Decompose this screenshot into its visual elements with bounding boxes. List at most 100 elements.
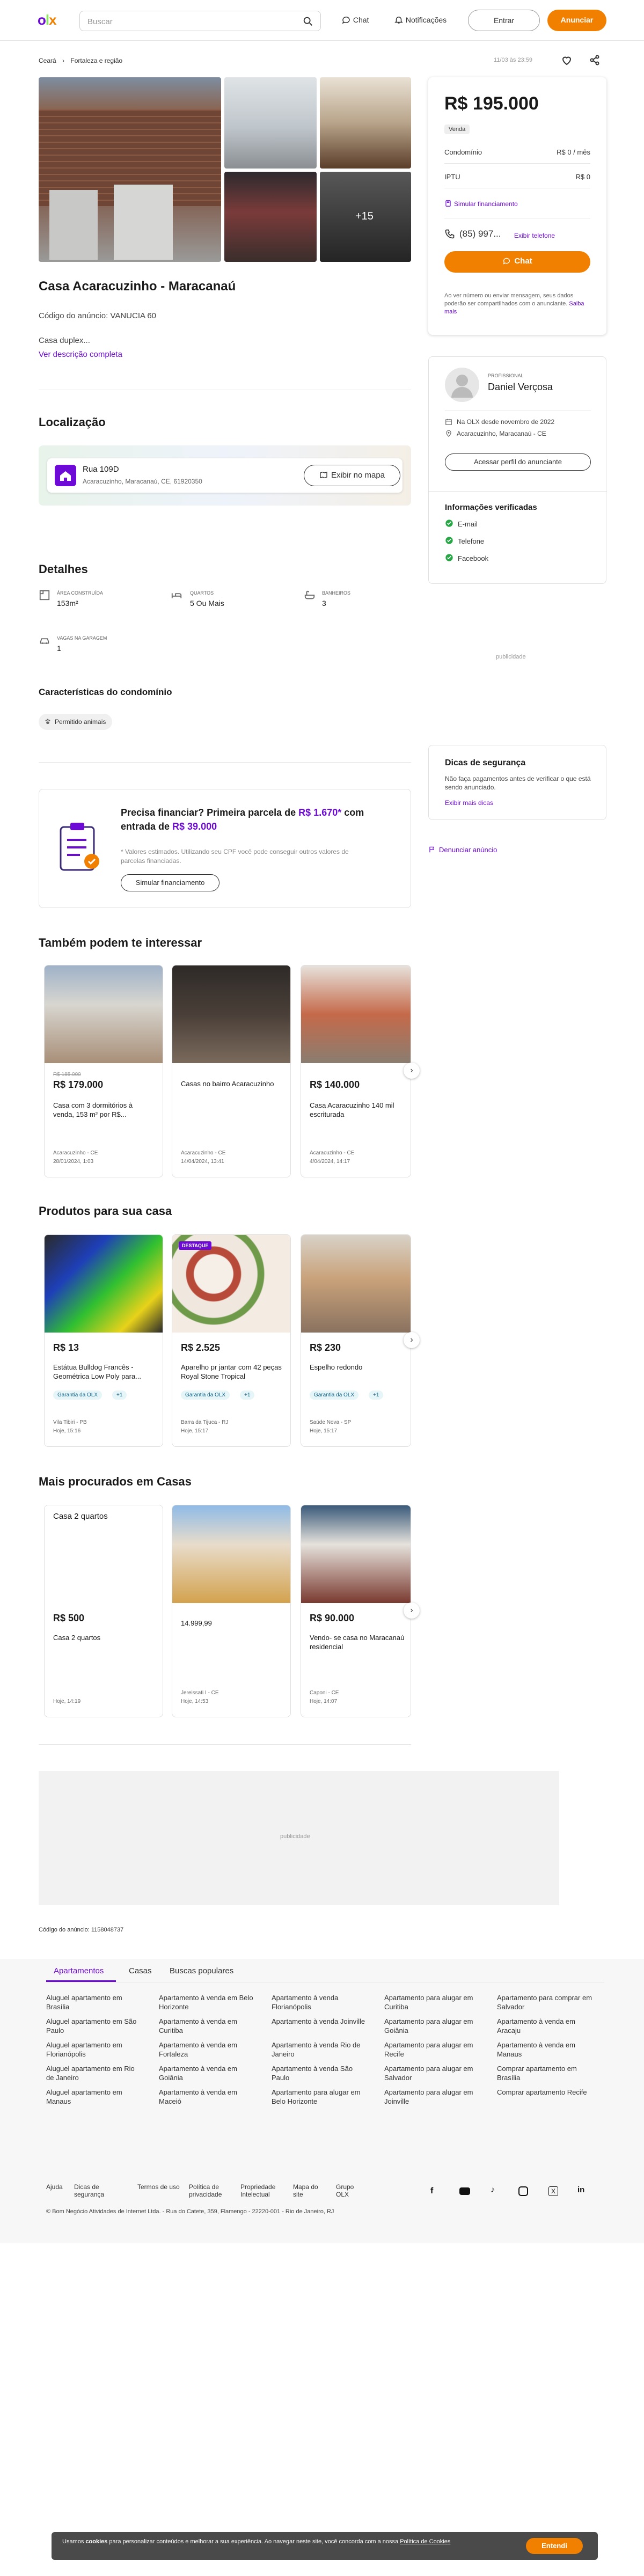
calculator-icon <box>445 200 451 207</box>
footer-link[interactable]: Apartamento à venda em Curitiba <box>159 2017 255 2035</box>
sale-badge: Venda <box>444 125 470 134</box>
detail-area-value: 153m² <box>57 599 78 608</box>
seller-profile-button[interactable]: Acessar perfil do anunciante <box>445 453 591 471</box>
footer-link-privacy[interactable]: Política de privacidade <box>189 2183 232 2198</box>
breadcrumb-state[interactable]: Ceará <box>39 57 56 64</box>
footer-tab-popular[interactable]: Buscas populares <box>170 1966 233 1975</box>
breadcrumb-region[interactable]: Fortaleza e região <box>70 57 122 64</box>
footer-tab-apartments[interactable]: Apartamentos <box>54 1966 104 1975</box>
footer-link[interactable]: Apartamento à venda em Manaus <box>497 2040 594 2059</box>
search-input[interactable]: Buscar <box>79 11 321 31</box>
x-twitter-icon[interactable]: X <box>548 2186 558 2196</box>
footer-link[interactable]: Aluguel apartamento em Rio de Janeiro <box>46 2064 143 2082</box>
chat-link[interactable]: Chat <box>341 15 369 25</box>
cookie-accept-button[interactable]: Entendi <box>526 2538 583 2554</box>
footer-link[interactable]: Apartamento à venda em Fortaleza <box>159 2040 255 2059</box>
share-icon[interactable] <box>588 54 601 67</box>
product-card[interactable]: R$ 13 Estátua Bulldog Francês - Geométri… <box>44 1234 163 1447</box>
footer-link[interactable]: Apartamento para alugar em Belo Horizont… <box>272 2088 368 2106</box>
advertise-button[interactable]: Anunciar <box>547 10 606 31</box>
footer-link-ip[interactable]: Propriedade Intelectual <box>240 2183 283 2198</box>
photo-3[interactable] <box>320 77 411 169</box>
footer-link[interactable]: Aluguel apartamento em Manaus <box>46 2088 143 2106</box>
divider <box>429 491 607 492</box>
footer-link[interactable]: Apartamento à venda em Maceió <box>159 2088 255 2106</box>
footer-link[interactable]: Apartamento para alugar em Curitiba <box>384 1993 481 2011</box>
footer-link[interactable]: Apartamento à venda em Goiânia <box>159 2064 255 2082</box>
olx-logo[interactable]: olx <box>38 12 57 28</box>
card-title: Estátua Bulldog Francês - Geométrica Low… <box>53 1363 142 1380</box>
photo-4[interactable] <box>224 172 317 262</box>
footer-tab-houses[interactable]: Casas <box>129 1966 152 1975</box>
footer-link[interactable]: Apartamento à venda Joinville <box>272 2017 368 2026</box>
card-location: Acaracuzinho - CE <box>53 1150 98 1156</box>
popular-card[interactable]: R$ 90.000 Vendo- se casa no Maracanaú re… <box>301 1505 411 1717</box>
cookie-text-b: cookies <box>85 2538 108 2545</box>
listing-title: Casa Acaracuzinho - Maracanaú <box>39 279 236 294</box>
safety-link[interactable]: Exibir mais dicas <box>445 799 493 807</box>
search-icon[interactable] <box>302 16 314 27</box>
highlight-badge: DESTAQUE <box>179 1241 212 1250</box>
card-location: Vila Tibiri - PB <box>53 1419 87 1425</box>
product-card[interactable]: R$ 230 Espelho redondo Garantia da OLX +… <box>301 1234 411 1447</box>
footer-link[interactable]: Aluguel apartamento em Brasília <box>46 1993 143 2011</box>
footer-link-group[interactable]: Grupo OLX <box>336 2183 368 2198</box>
detail-baths-value: 3 <box>322 599 326 608</box>
footer-link[interactable]: Apartamento à venda Florianópolis <box>272 1993 368 2011</box>
carousel-next-icon[interactable]: › <box>404 1332 420 1348</box>
footer-link[interactable]: Apartamento à venda São Paulo <box>272 2064 368 2082</box>
footer-link[interactable]: Apartamento para alugar em Recife <box>384 2040 481 2059</box>
footer-link-safety[interactable]: Dicas de segurança <box>74 2183 117 2198</box>
show-phone-link[interactable]: Exibir telefone <box>514 232 555 239</box>
similar-card[interactable]: Casas no bairro Acaracuzinho Acaracuzinh… <box>172 965 291 1177</box>
footer-link[interactable]: Apartamento para alugar em Joinville <box>384 2088 481 2106</box>
show-map-button[interactable]: Exibir no mapa <box>304 465 400 486</box>
footer-link[interactable]: Apartamento à venda em Aracaju <box>497 2017 594 2035</box>
footer-link-terms[interactable]: Termos de uso <box>137 2183 180 2191</box>
product-card[interactable]: DESTAQUE R$ 2.525 Aparelho pr jantar com… <box>172 1234 291 1447</box>
footer-link[interactable]: Apartamento para alugar em Salvador <box>384 2064 481 2082</box>
instagram-icon[interactable] <box>518 2186 528 2196</box>
footer-link[interactable]: Aluguel apartamento em São Paulo <box>46 2017 143 2035</box>
popular-card[interactable]: 14.999,99 Jereissati I - CE Hoje, 14:53 <box>172 1505 291 1717</box>
footer-link[interactable]: Apartamento à venda em Belo Horizonte <box>159 1993 255 2011</box>
cookie-policy-link[interactable]: Política de Cookies <box>400 2538 450 2545</box>
footer-link-sitemap[interactable]: Mapa do site <box>293 2183 325 2198</box>
main-photo[interactable] <box>39 77 221 262</box>
youtube-icon[interactable] <box>459 2187 470 2195</box>
more-tags: +1 <box>369 1391 384 1400</box>
notifications-link[interactable]: Notificações <box>394 15 447 25</box>
card-location: Jereissati I - CE <box>181 1690 219 1696</box>
chat-button[interactable]: Chat <box>444 251 590 273</box>
simulate-finance-button[interactable]: Simular financiamento <box>121 874 219 891</box>
footer-link[interactable]: Apartamento para alugar em Goiânia <box>384 2017 481 2035</box>
see-description-link[interactable]: Ver descrição completa <box>39 350 122 359</box>
linkedin-icon[interactable]: in <box>577 2185 584 2194</box>
carousel-next-icon[interactable]: › <box>404 1063 420 1079</box>
verified-title: Informações verificadas <box>445 503 537 512</box>
listing-description: Casa duplex... <box>39 336 90 345</box>
popular-card[interactable]: Casa 2 quartos R$ 500 Casa 2 quartos Hoj… <box>44 1505 163 1717</box>
card-title: Casa Acaracuzinho 140 mil escriturada <box>310 1101 394 1118</box>
similar-card[interactable]: R$ 185.000 R$ 179.000 Casa com 3 dormitó… <box>44 965 163 1177</box>
tiktok-icon[interactable]: ♪ <box>491 2185 495 2195</box>
footer-link[interactable]: Comprar apartamento Recife <box>497 2088 594 2097</box>
divider <box>39 762 411 763</box>
similar-card[interactable]: R$ 140.000 Casa Acaracuzinho 140 mil esc… <box>301 965 411 1177</box>
photo-more[interactable]: +15 <box>320 172 411 262</box>
footer-link-help[interactable]: Ajuda <box>46 2183 63 2191</box>
finance-title: Precisa financiar? Primeira parcela de R… <box>121 806 389 833</box>
photo-2[interactable] <box>224 77 317 169</box>
user-icon <box>451 375 473 398</box>
login-button[interactable]: Entrar <box>468 10 540 31</box>
footer-link[interactable]: Apartamento para comprar em Salvador <box>497 1993 594 2011</box>
carousel-next-icon[interactable]: › <box>404 1602 420 1619</box>
simulate-link[interactable]: Simular financiamento <box>444 200 518 208</box>
chat-icon <box>342 16 350 24</box>
footer-link[interactable]: Comprar apartamento em Brasília <box>497 2064 594 2082</box>
facebook-icon[interactable]: f <box>430 2186 433 2196</box>
heart-icon[interactable] <box>560 54 573 67</box>
report-link[interactable]: Denunciar anúncio <box>428 846 497 854</box>
footer-link[interactable]: Aluguel apartamento em Florianópolis <box>46 2040 143 2059</box>
footer-link[interactable]: Apartamento à venda Rio de Janeiro <box>272 2040 368 2059</box>
